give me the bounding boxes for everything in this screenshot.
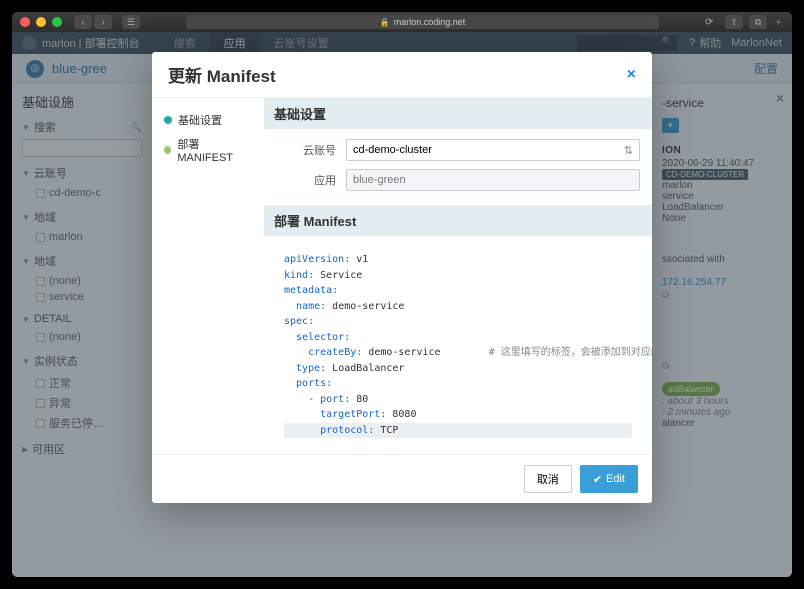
address-bar[interactable]: 🔒 marlon.coding.net [186,15,659,29]
lock-icon: 🔒 [380,18,390,27]
check-icon: ✔ [593,473,602,486]
modal-tab-deploy[interactable]: 部署 MANIFEST [160,132,256,168]
tabs-icon[interactable]: ⧉ [749,15,767,29]
update-manifest-modal: 更新 Manifest × 基础设置 部署 MANIFEST 基础设置 云账号 … [152,52,652,503]
account-label: 云账号 [276,142,336,158]
account-select[interactable]: cd-demo-cluster⇅ [346,139,640,161]
modal-close-icon[interactable]: × [627,66,636,84]
url-text: marlon.coding.net [394,17,466,27]
modal-tab-basic[interactable]: 基础设置 [160,108,256,132]
modal-sidebar: 基础设置 部署 MANIFEST [152,98,264,454]
nav-back-button[interactable]: ‹ [74,15,92,29]
new-tab-icon[interactable]: + [773,15,784,29]
window-close-icon[interactable] [20,17,30,27]
modal-title: 更新 Manifest [168,62,276,87]
window-zoom-icon[interactable] [52,17,62,27]
window-minimize-icon[interactable] [36,17,46,27]
section-deploy-head: 部署 Manifest [264,205,652,236]
dot-icon [164,116,172,124]
reload-icon[interactable]: ⟳ [705,15,719,29]
app-label: 应用 [276,172,336,188]
modal-overlay: 更新 Manifest × 基础设置 部署 MANIFEST 基础设置 云账号 … [12,32,792,577]
chevron-down-icon: ⇅ [624,144,633,157]
dot-icon [164,146,171,154]
share-icon[interactable]: ⇧ [725,15,743,29]
yaml-editor[interactable]: apiVersion: v1kind: Servicemetadata: nam… [276,246,640,444]
app-input: blue-green [346,169,640,191]
cancel-button[interactable]: 取消 [524,465,572,493]
edit-button[interactable]: ✔Edit [580,465,638,493]
browser-chrome: ‹ › ☰ 🔒 marlon.coding.net ⟳ ⇧ ⧉ + [12,12,792,32]
section-basic-head: 基础设置 [264,98,652,129]
nav-forward-button[interactable]: › [94,15,112,29]
sidebar-toggle-icon[interactable]: ☰ [122,15,140,29]
